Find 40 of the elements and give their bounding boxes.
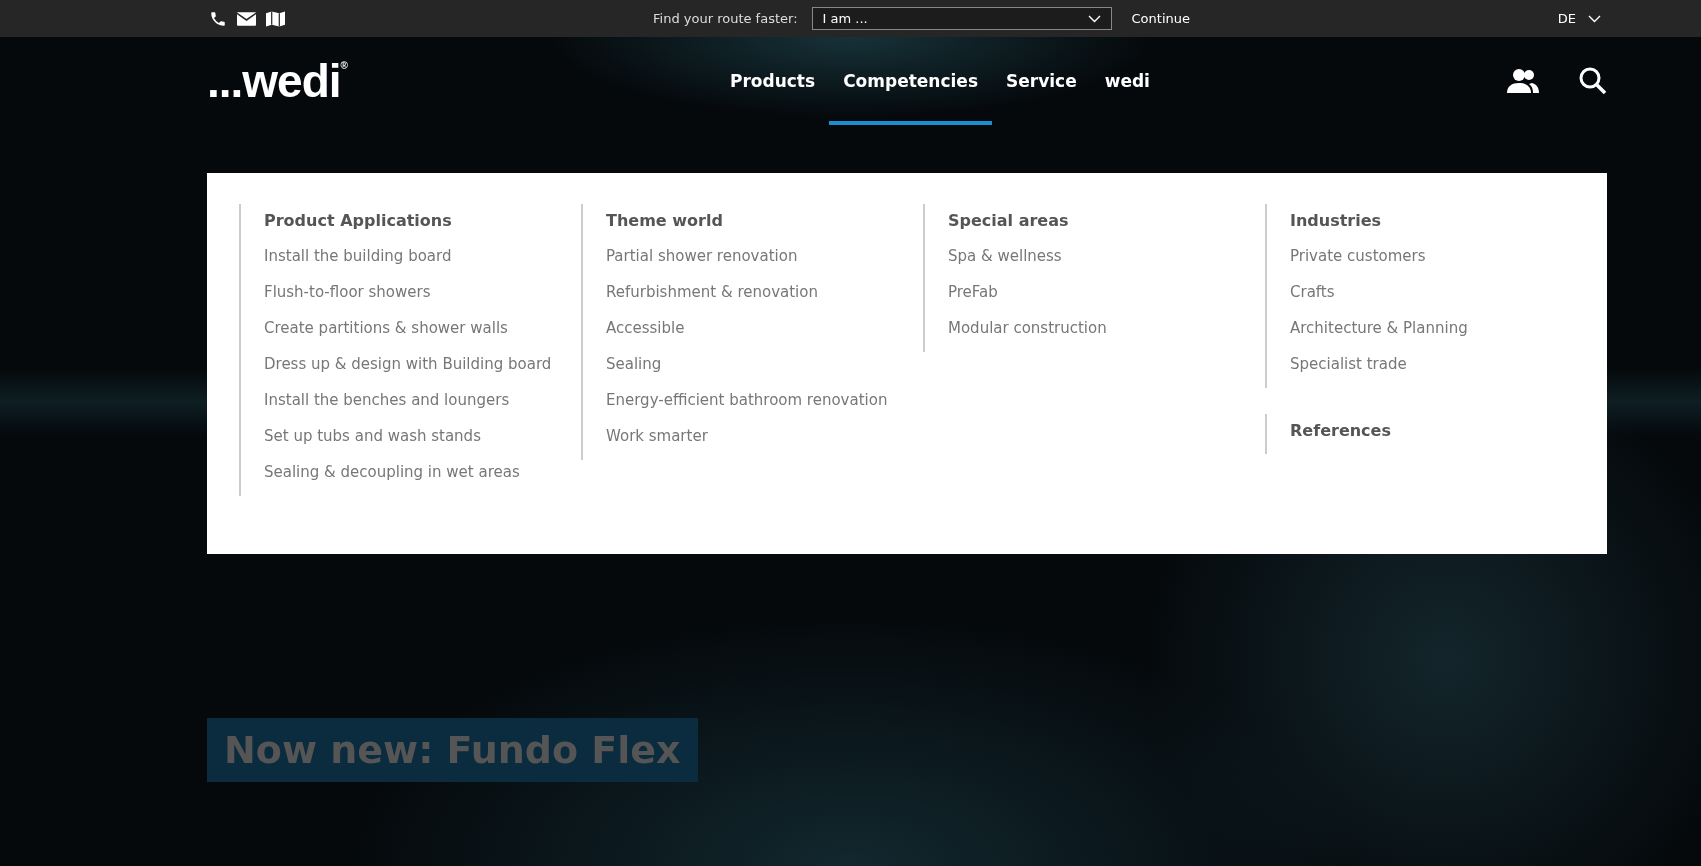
phone-icon[interactable] <box>209 9 227 28</box>
route-select[interactable]: I am ... <box>811 7 1112 30</box>
menu-heading[interactable]: Special areas <box>948 211 1265 230</box>
chevron-down-icon[interactable] <box>1588 14 1601 23</box>
menu-link[interactable]: Refurbishment & renovation <box>606 274 923 310</box>
menu-heading[interactable]: Industries <box>1290 211 1607 230</box>
menu-link[interactable]: Set up tubs and wash stands <box>264 418 581 454</box>
menu-link[interactable]: Specialist trade <box>1290 346 1607 382</box>
search-icon[interactable] <box>1579 67 1607 95</box>
menu-link[interactable]: Spa & wellness <box>948 238 1265 274</box>
menu-link[interactable]: Install the benches and loungers <box>264 382 581 418</box>
menu-link[interactable]: Dress up & design with Building board <box>264 346 581 382</box>
menu-link[interactable]: PreFab <box>948 274 1265 310</box>
menu-link[interactable]: Modular construction <box>948 310 1265 346</box>
menu-link[interactable]: Partial shower renovation <box>606 238 923 274</box>
nav-item[interactable]: Service <box>992 37 1091 125</box>
continue-link[interactable]: Continue <box>1131 11 1190 26</box>
menu-heading[interactable]: Theme world <box>606 211 923 230</box>
chevron-down-icon <box>1087 14 1101 23</box>
menu-link[interactable]: Flush-to-floor showers <box>264 274 581 310</box>
menu-heading[interactable]: References <box>1290 421 1607 440</box>
menu-link[interactable]: Private customers <box>1290 238 1607 274</box>
nav-item[interactable]: Competencies <box>829 37 992 125</box>
menu-link[interactable]: Work smarter <box>606 418 923 454</box>
menu-heading[interactable]: Product Applications <box>264 211 581 230</box>
mail-icon[interactable] <box>237 11 256 26</box>
menu-link[interactable]: Sealing <box>606 346 923 382</box>
hero-headline: Now new: Fundo Flex <box>207 718 698 782</box>
menu-link[interactable]: Install the building board <box>264 238 581 274</box>
users-icon[interactable] <box>1507 68 1539 94</box>
menu-link[interactable]: Architecture & Planning <box>1290 310 1607 346</box>
menu-link[interactable]: Sealing & decoupling in wet areas <box>264 454 581 490</box>
menu-link[interactable]: Create partitions & shower walls <box>264 310 581 346</box>
menu-link[interactable]: Crafts <box>1290 274 1607 310</box>
language-selector[interactable]: DE <box>1557 11 1576 26</box>
nav-item[interactable]: wedi <box>1090 37 1164 125</box>
map-icon[interactable] <box>266 10 285 27</box>
menu-link[interactable]: Accessible <box>606 310 923 346</box>
route-label: Find your route faster: <box>653 11 798 26</box>
menu-link[interactable]: Energy-efficient bathroom renovation <box>606 382 923 418</box>
